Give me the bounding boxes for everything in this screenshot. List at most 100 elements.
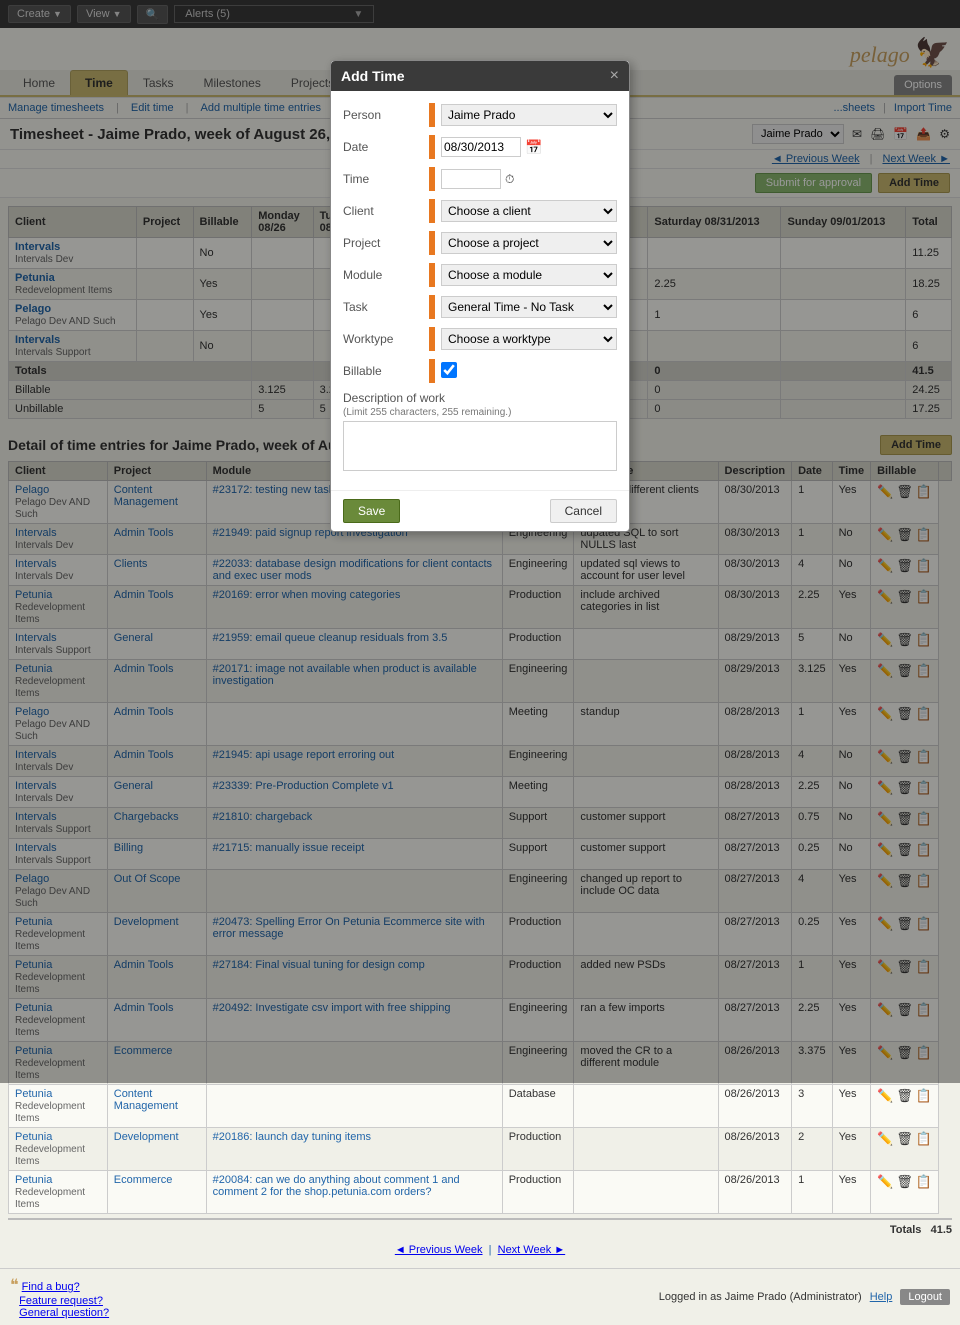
task-orange-bar <box>429 295 435 319</box>
time-field: ⏱ <box>441 169 617 189</box>
time-row: Time ⏱ <box>343 167 617 191</box>
date-label: Date <box>343 140 423 154</box>
dcell-module: Content Management <box>107 1085 206 1128</box>
dcell-client: PetuniaRedevelopment Items <box>9 1085 108 1128</box>
edit-icon[interactable]: ✏️ <box>877 1131 893 1147</box>
description-hint: (Limit 255 characters, 255 remaining.) <box>343 407 617 418</box>
description-label: Description of work <box>343 391 617 405</box>
project-label: Project <box>343 236 423 250</box>
edit-icon[interactable]: ✏️ <box>877 1088 893 1104</box>
dcell-time: 3 <box>792 1085 833 1128</box>
dcell-task: #20186: launch day tuning items <box>206 1128 502 1171</box>
dcell-date: 08/26/2013 <box>718 1171 792 1214</box>
copy-icon[interactable]: 📋 <box>916 1131 932 1147</box>
task-label: Task <box>343 300 423 314</box>
footer-left: ❝ Find a bug? Feature request? General q… <box>10 1275 109 1319</box>
dcell-worktype: Database <box>502 1085 574 1128</box>
dcell-task: #20084: can we do anything about comment… <box>206 1171 502 1214</box>
worktype-orange-bar <box>429 327 435 351</box>
task-row: Task General Time - No Task <box>343 295 617 319</box>
date-row: Date 📅 <box>343 135 617 159</box>
client-label: Client <box>343 204 423 218</box>
prev-week-bottom[interactable]: ◄ Previous Week <box>395 1244 483 1256</box>
footer: ❝ Find a bug? Feature request? General q… <box>0 1268 960 1325</box>
cancel-button[interactable]: Cancel <box>550 499 617 523</box>
worktype-select[interactable]: Choose a worktype <box>441 328 617 350</box>
person-field: Jaime Prado <box>441 104 617 126</box>
dcell-client: PetuniaRedevelopment Items <box>9 1128 108 1171</box>
detail-table-row: PetuniaRedevelopment ItemsDevelopment#20… <box>9 1128 952 1171</box>
dcell-time: 1 <box>792 1171 833 1214</box>
copy-icon[interactable]: 📋 <box>916 1088 932 1104</box>
save-button[interactable]: Save <box>343 499 400 523</box>
time-clock-icon: ⏱ <box>505 172 514 187</box>
add-time-modal: Add Time × Person Jaime Prado Date <box>330 60 630 532</box>
billable-row-modal: Billable <box>343 359 617 383</box>
delete-icon[interactable]: 🗑 <box>896 1131 913 1147</box>
client-select[interactable]: Choose a client <box>441 200 617 222</box>
modal-overlay: Add Time × Person Jaime Prado Date <box>0 0 960 1083</box>
dcell-description <box>574 1085 718 1128</box>
dcell-description <box>574 1171 718 1214</box>
modal-close-button[interactable]: × <box>610 67 619 85</box>
time-orange-bar <box>429 167 435 191</box>
project-select[interactable]: Choose a project <box>441 232 617 254</box>
client-row: Client Choose a client <box>343 199 617 223</box>
next-week-bottom[interactable]: Next Week ► <box>498 1244 566 1256</box>
module-label: Module <box>343 268 423 282</box>
help-link[interactable]: Help <box>870 1291 893 1303</box>
dcell-module: Development <box>107 1128 206 1171</box>
task-select[interactable]: General Time - No Task <box>441 296 617 318</box>
detail-table-row: PetuniaRedevelopment ItemsEcommerce#2008… <box>9 1171 952 1214</box>
detail-table-row: PetuniaRedevelopment ItemsContent Manage… <box>9 1085 952 1128</box>
bug-icon: ❝ <box>10 1277 19 1294</box>
dcell-date: 08/26/2013 <box>718 1128 792 1171</box>
dcell-description <box>574 1128 718 1171</box>
billable-checkbox[interactable] <box>441 362 457 378</box>
dcell-date: 08/26/2013 <box>718 1085 792 1128</box>
task-field: General Time - No Task <box>441 296 617 318</box>
description-textarea[interactable] <box>343 421 617 471</box>
billable-label: Billable <box>343 364 423 378</box>
modal-body: Person Jaime Prado Date 📅 Time <box>331 91 629 490</box>
date-input[interactable] <box>441 137 521 157</box>
billable-field <box>441 362 617 381</box>
footer-right: Logged in as Jaime Prado (Administrator)… <box>659 1289 950 1305</box>
dcell-worktype: Production <box>502 1128 574 1171</box>
date-orange-bar <box>429 135 435 159</box>
billable-orange-bar <box>429 359 435 383</box>
modal-title: Add Time <box>341 68 405 84</box>
person-orange-bar <box>429 103 435 127</box>
client-orange-bar <box>429 199 435 223</box>
project-row: Project Choose a project <box>343 231 617 255</box>
time-input[interactable] <box>441 169 501 189</box>
edit-icon[interactable]: ✏️ <box>877 1174 893 1190</box>
delete-icon[interactable]: 🗑 <box>896 1174 913 1190</box>
week-nav-bottom: ◄ Previous Week | Next Week ► <box>8 1240 952 1260</box>
worktype-label: Worktype <box>343 332 423 346</box>
person-row: Person Jaime Prado <box>343 103 617 127</box>
dcell-time: 2 <box>792 1128 833 1171</box>
module-select[interactable]: Choose a module <box>441 264 617 286</box>
description-section: Description of work (Limit 255 character… <box>343 391 617 474</box>
delete-icon[interactable]: 🗑 <box>896 1088 913 1104</box>
project-field: Choose a project <box>441 232 617 254</box>
dcell-worktype: Production <box>502 1171 574 1214</box>
client-field: Choose a client <box>441 200 617 222</box>
find-bug-link[interactable]: Find a bug? <box>22 1281 80 1293</box>
dcell-billable: Yes <box>832 1085 870 1128</box>
calendar-picker-icon[interactable]: 📅 <box>525 139 542 156</box>
feature-link[interactable]: Feature request? <box>19 1295 103 1307</box>
modal-footer: Save Cancel <box>331 490 629 531</box>
date-field: 📅 <box>441 137 617 157</box>
dcell-actions: ✏️ 🗑 📋 <box>871 1085 939 1128</box>
module-field: Choose a module <box>441 264 617 286</box>
general-link[interactable]: General question? <box>19 1307 109 1319</box>
total-label: Totals <box>890 1224 922 1236</box>
person-select-modal[interactable]: Jaime Prado <box>441 104 617 126</box>
logout-link[interactable]: Logout <box>900 1289 950 1305</box>
project-orange-bar <box>429 231 435 255</box>
copy-icon[interactable]: 📋 <box>916 1174 932 1190</box>
module-row: Module Choose a module <box>343 263 617 287</box>
dcell-module: Ecommerce <box>107 1171 206 1214</box>
